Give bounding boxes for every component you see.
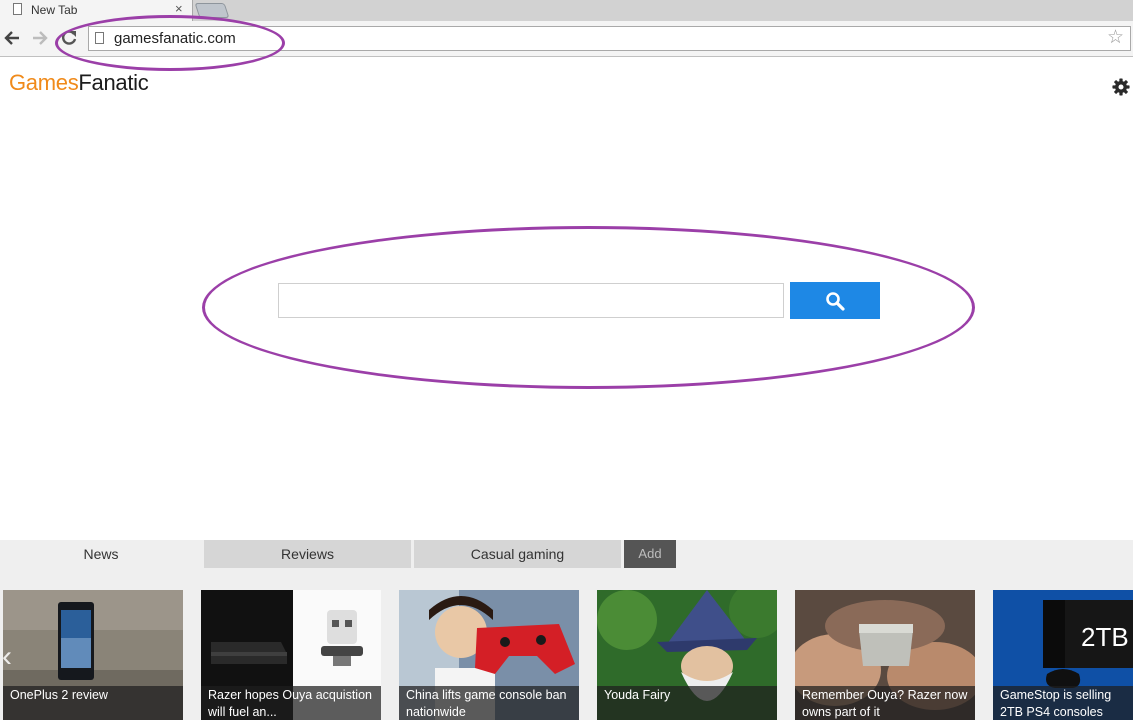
tab-casual-gaming[interactable]: Casual gaming (414, 540, 621, 568)
news-card-caption: China lifts game console ban nationwide (399, 686, 579, 720)
back-arrow-icon[interactable] (2, 28, 22, 48)
search-button[interactable] (790, 282, 880, 319)
news-card[interactable]: Razer hopes Ouya acquistion will fuel an… (201, 590, 381, 720)
news-card[interactable]: OnePlus 2 review (3, 590, 183, 720)
browser-toolbar: gamesfanatic.com ☆ (0, 21, 1133, 57)
bookmark-star-icon[interactable]: ☆ (1107, 28, 1124, 48)
news-card[interactable]: Remember Ouya? Razer now owns part of it (795, 590, 975, 720)
news-card-caption: OnePlus 2 review (3, 686, 183, 720)
site-logo[interactable]: GamesFanatic (9, 70, 149, 96)
news-card[interactable]: 2TB GameStop is selling 2TB PS4 consoles (993, 590, 1133, 720)
tab-close-icon[interactable]: × (175, 1, 183, 16)
news-card[interactable]: China lifts game console ban nationwide (399, 590, 579, 720)
page-icon (13, 3, 22, 15)
carousel-prev-arrow-icon[interactable]: ‹ (2, 640, 24, 674)
browser-tabstrip: New Tab × (0, 0, 1133, 21)
reload-icon[interactable] (59, 28, 79, 48)
tab-title: New Tab (31, 3, 78, 17)
new-tab-button[interactable] (194, 3, 230, 18)
forward-arrow-icon[interactable] (30, 28, 50, 48)
url-text: gamesfanatic.com (114, 30, 236, 47)
search-icon (826, 292, 845, 311)
tab-add[interactable]: Add (624, 540, 676, 568)
page-icon (95, 32, 104, 44)
search-input[interactable] (278, 283, 784, 318)
logo-part-games: Games (9, 70, 79, 95)
news-card-caption: GameStop is selling 2TB PS4 consoles (993, 686, 1133, 720)
address-bar[interactable]: gamesfanatic.com ☆ (88, 26, 1131, 51)
logo-part-fanatic: Fanatic (78, 70, 149, 95)
news-card-caption: Youda Fairy (597, 686, 777, 720)
ps4-2tb-label: 2TB (1081, 622, 1129, 652)
news-card-caption: Remember Ouya? Razer now owns part of it (795, 686, 975, 720)
tab-news[interactable]: News (0, 540, 202, 568)
news-card[interactable]: Youda Fairy (597, 590, 777, 720)
tab-reviews[interactable]: Reviews (204, 540, 411, 568)
gear-icon[interactable] (1112, 78, 1130, 96)
browser-tab-active[interactable]: New Tab × (0, 0, 193, 21)
news-card-caption: Razer hopes Ouya acquistion will fuel an… (201, 686, 381, 720)
